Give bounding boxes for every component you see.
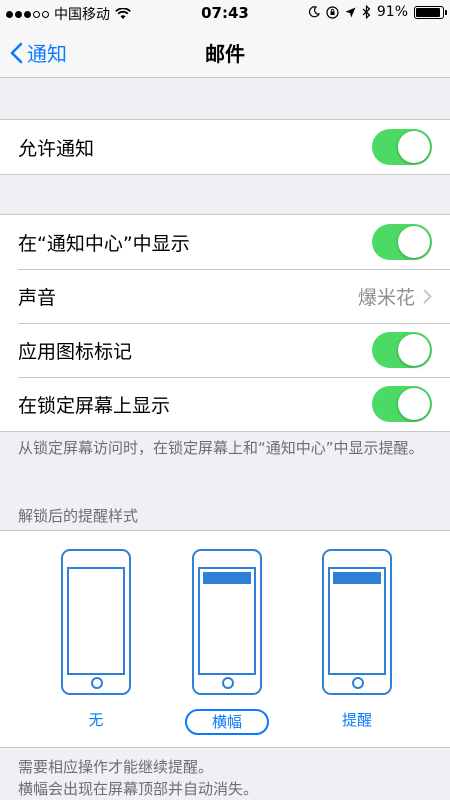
banner-bar: [333, 572, 381, 584]
notification-settings-group: 在“通知中心”中显示 声音 爆米花 应用图标标记 在锁定屏幕上显示: [0, 214, 450, 432]
phone-screen: [67, 567, 125, 675]
badge-app-icon-row: 应用图标标记: [0, 323, 450, 377]
status-right: 91%: [308, 4, 447, 20]
phone-screen: [198, 567, 256, 675]
page-title: 邮件: [205, 42, 245, 66]
badge-app-icon-toggle[interactable]: [372, 332, 432, 368]
bluetooth-icon: [362, 5, 371, 19]
moon-icon: [308, 6, 320, 18]
navigation-bar: 通知 邮件: [0, 26, 450, 78]
battery-icon: [414, 5, 447, 19]
home-button-icon: [352, 677, 364, 689]
phone-none-icon: [61, 549, 131, 695]
toggle-knob: [398, 226, 430, 258]
show-in-notification-center-toggle[interactable]: [372, 224, 432, 260]
location-icon: [345, 7, 356, 17]
banner-bar: [203, 572, 251, 584]
toggle-knob: [398, 131, 430, 163]
lock-screen-footnote: 从锁定屏幕访问时，在锁定屏幕上和“通知中心”中显示提醒。: [18, 439, 424, 457]
badge-app-icon-label: 应用图标标记: [18, 340, 133, 363]
alert-style-banner-option[interactable]: 横幅: [185, 549, 269, 735]
battery-percent: 91%: [376, 4, 408, 20]
alert-style-none-option[interactable]: 无: [61, 549, 131, 735]
sound-label: 声音: [18, 286, 57, 309]
show-in-notification-center-row: 在“通知中心”中显示: [0, 215, 450, 269]
phone-alert-icon: [322, 549, 392, 695]
alert-style-alert-label: 提醒: [341, 711, 372, 729]
alert-footnote-line2: 横幅会出现在屏幕顶部并自动消失。: [18, 780, 259, 798]
allow-notifications-group: 允许通知: [0, 119, 450, 175]
phone-screen: [328, 567, 386, 675]
alert-style-alert-option[interactable]: 提醒: [322, 549, 392, 735]
status-bar: 中国移动 07:43 91%: [0, 0, 450, 26]
alert-style-banner-label: 横幅: [185, 709, 269, 735]
alert-footnote-line1: 需要相应操作才能继续提醒。: [18, 758, 214, 776]
allow-notifications-row: 允许通知: [0, 120, 450, 174]
allow-notifications-label: 允许通知: [18, 137, 95, 160]
show-on-lock-screen-toggle[interactable]: [372, 386, 432, 422]
home-button-icon: [222, 677, 234, 689]
show-in-notification-center-label: 在“通知中心”中显示: [18, 232, 190, 255]
home-button-icon: [91, 677, 103, 689]
show-on-lock-screen-row: 在锁定屏幕上显示: [0, 377, 450, 431]
battery-fill: [416, 7, 440, 17]
phone-banner-icon: [192, 549, 262, 695]
chevron-right-icon: [423, 289, 432, 303]
toggle-knob: [398, 388, 430, 420]
sound-detail: 爆米花: [358, 283, 432, 310]
alert-style-none-label: 无: [88, 711, 104, 729]
rotation-lock-icon: [326, 5, 339, 19]
alert-style-picker: 无 横幅 提醒: [0, 530, 450, 748]
allow-notifications-toggle[interactable]: [372, 129, 432, 165]
toggle-knob: [398, 334, 430, 366]
sound-row[interactable]: 声音 爆米花: [0, 269, 450, 323]
alert-style-header: 解锁后的提醒样式: [18, 507, 139, 525]
alert-style-footnote: 需要相应操作才能继续提醒。 横幅会出现在屏幕顶部并自动消失。: [18, 756, 434, 800]
show-on-lock-screen-label: 在锁定屏幕上显示: [18, 394, 171, 417]
sound-value: 爆米花: [357, 286, 415, 309]
